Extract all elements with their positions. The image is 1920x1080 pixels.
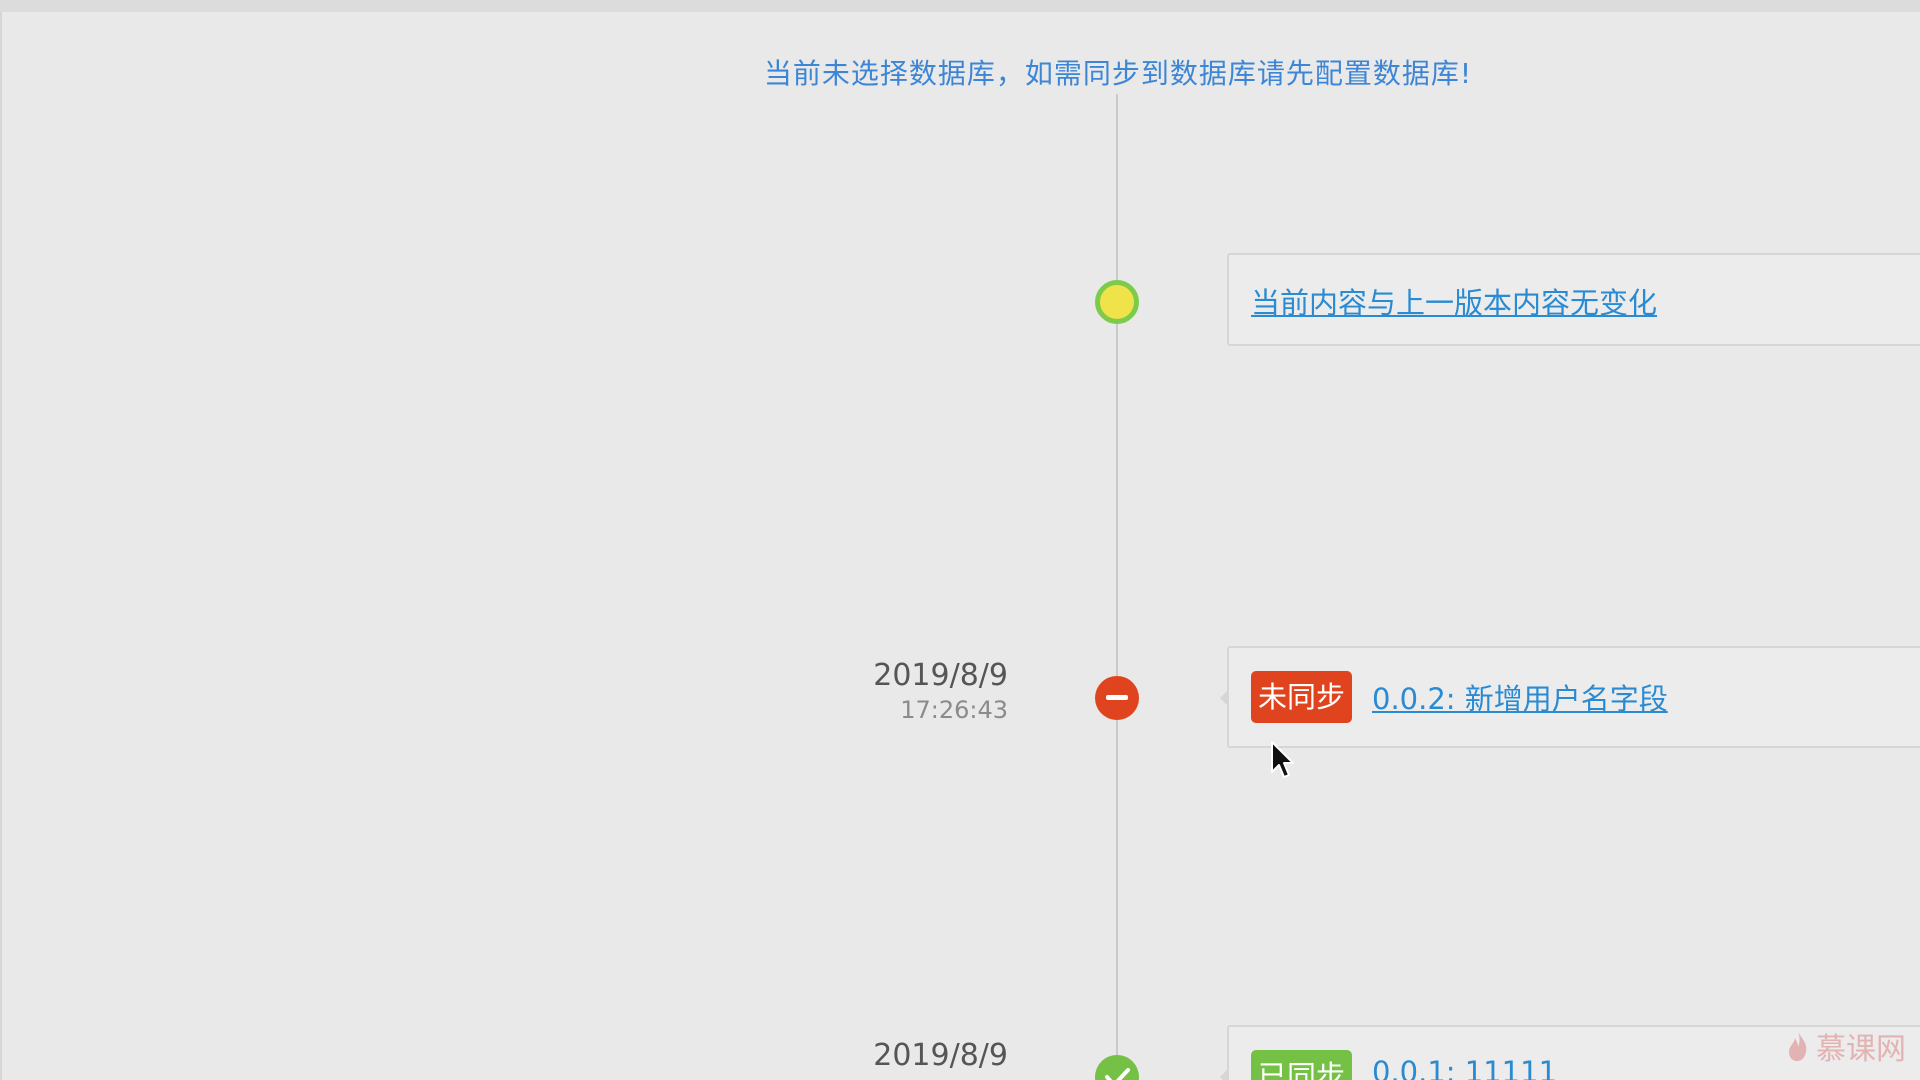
yellow-dot-icon — [1095, 280, 1139, 324]
no-database-notice: 当前未选择数据库，如需同步到数据库请先配置数据库! — [763, 57, 1473, 90]
timeline-card-current: 当前内容与上一版本内容无变化 — [1227, 253, 1920, 346]
timeline-date-block: 2019/8/9 — [873, 1038, 1008, 1074]
timeline-date: 2019/8/9 — [873, 658, 1008, 693]
minus-circle-icon — [1095, 676, 1139, 720]
version-history-page: 当前未选择数据库，如需同步到数据库请先配置数据库! 当前内容与上一版本内容无变化… — [0, 0, 1920, 1080]
flame-icon — [1789, 1031, 1807, 1061]
timeline-time: 17:26:43 — [900, 696, 1008, 724]
watermark-text: 慕课网 — [1816, 1032, 1906, 1067]
watermark: 慕课网 — [1786, 1024, 1906, 1068]
timeline-line — [1116, 94, 1118, 1080]
timeline-date-block: 2019/8/9 17:26:43 — [873, 658, 1008, 726]
version-link[interactable]: 0.0.1: 11111 — [1372, 1055, 1557, 1080]
card-pointer — [1220, 690, 1228, 706]
mouse-cursor-icon — [1270, 740, 1296, 784]
version-link[interactable]: 0.0.2: 新增用户名字段 — [1372, 676, 1668, 718]
left-border — [0, 12, 2, 1080]
card-pointer — [1220, 1069, 1228, 1080]
unsynced-badge: 未同步 — [1251, 671, 1353, 723]
check-circle-icon — [1095, 1055, 1139, 1080]
synced-badge: 已同步 — [1251, 1050, 1353, 1080]
timeline-date: 2019/8/9 — [873, 1038, 1008, 1073]
no-change-link[interactable]: 当前内容与上一版本内容无变化 — [1251, 280, 1657, 322]
timeline-card-version: 未同步 0.0.2: 新增用户名字段 — [1220, 646, 1920, 748]
